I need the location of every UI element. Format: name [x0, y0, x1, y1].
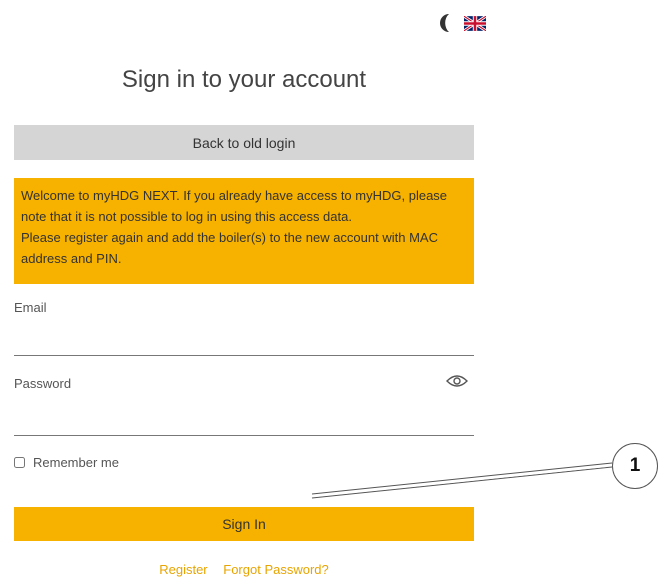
sign-in-button[interactable]: Sign In — [14, 507, 474, 541]
moon-icon[interactable] — [436, 12, 458, 34]
email-field[interactable] — [14, 328, 448, 354]
password-label: Password — [14, 376, 72, 391]
top-icons — [436, 12, 486, 34]
callout-number: 1 — [612, 443, 658, 489]
remember-me-label: Remember me — [33, 455, 119, 470]
email-label: Email — [14, 300, 47, 315]
uk-flag-icon[interactable] — [464, 15, 486, 31]
email-underline — [14, 355, 474, 356]
back-to-old-login-button[interactable]: Back to old login — [14, 125, 474, 160]
notice-text-1: Welcome to myHDG NEXT. If you already ha… — [21, 188, 448, 224]
page-title: Sign in to your account — [121, 66, 367, 93]
password-underline — [14, 435, 474, 436]
eye-icon[interactable] — [446, 373, 468, 389]
notice-text-2: Please register again and add the boiler… — [21, 230, 438, 266]
password-field[interactable] — [14, 406, 448, 432]
info-notice: Welcome to myHDG NEXT. If you already ha… — [14, 178, 474, 284]
remember-me-checkbox[interactable] — [14, 457, 25, 468]
remember-me[interactable]: Remember me — [14, 455, 119, 470]
